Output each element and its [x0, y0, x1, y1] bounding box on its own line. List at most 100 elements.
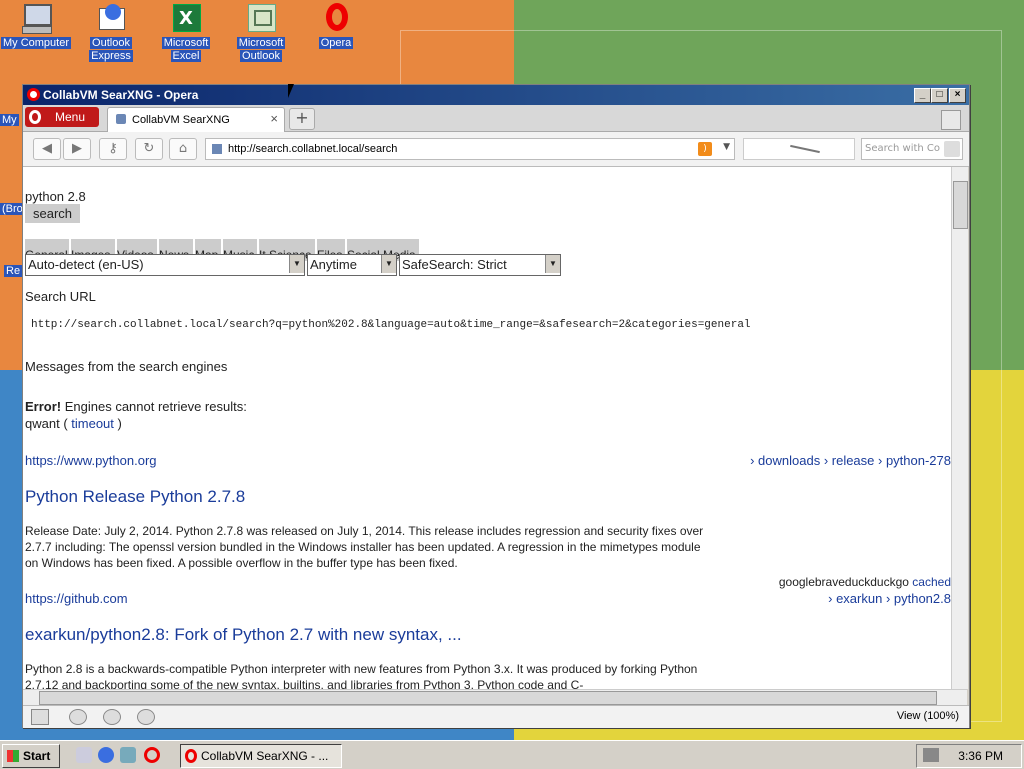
internet-explorer-icon[interactable]: [98, 747, 114, 763]
chevron-down-icon: ▼: [545, 255, 560, 273]
result-url[interactable]: https://www.python.org: [25, 453, 157, 468]
result-title[interactable]: Python Release Python 2.7.8: [25, 487, 245, 507]
computer-icon: [20, 2, 52, 34]
safesearch-value: SafeSearch: Strict: [402, 257, 507, 272]
page-favicon-icon: [116, 114, 126, 124]
result-breadcrumb[interactable]: › exarkun › python2.8: [828, 591, 951, 606]
menu-label: Menu: [55, 110, 86, 124]
page-content: python 2.8 search General Images Videos …: [23, 167, 951, 689]
result-url[interactable]: https://github.com: [25, 591, 128, 606]
messages-heading: Messages from the search engines: [25, 359, 228, 374]
engine-paren-close: ): [113, 416, 122, 431]
navigation-bar: ◀ ▶ ⚷ ↻ ⌂ http://search.collabnet.local/…: [23, 132, 969, 167]
timeout-link[interactable]: timeout: [71, 416, 114, 431]
desktop-icon-label: Microsoft: [236, 37, 286, 49]
address-url: http://search.collabnet.local/search: [228, 143, 398, 155]
desktop-icon-outlook-express[interactable]: Outlook Express: [75, 2, 147, 62]
desktop-icon-label: Outlook: [90, 37, 132, 49]
outlook-express-icon[interactable]: [120, 747, 136, 763]
error-text: Engines cannot retrieve results:: [61, 399, 247, 414]
address-bar[interactable]: http://search.collabnet.local/search ) ▼: [205, 138, 735, 160]
new-tab-button[interactable]: +: [289, 108, 315, 130]
horizontal-scrollbar[interactable]: [23, 689, 967, 706]
forward-icon[interactable]: ▶: [63, 138, 91, 160]
minimize-button[interactable]: _: [914, 88, 931, 103]
search-url-text[interactable]: http://search.collabnet.local/search?q=p…: [31, 319, 751, 331]
desktop-icon-excel[interactable]: X Microsoft Excel: [150, 2, 222, 62]
trash-icon[interactable]: [941, 110, 961, 130]
unite-icon[interactable]: [103, 709, 121, 725]
opera-icon: [320, 2, 352, 34]
tab-close-icon[interactable]: ×: [270, 111, 278, 126]
result-engines: googlebraveduckduckgo cached: [779, 575, 951, 589]
query-field[interactable]: python 2.8: [25, 189, 86, 204]
opera-logo-icon: [29, 110, 41, 124]
zoom-level[interactable]: View (100%): [897, 710, 959, 722]
search-button[interactable]: search: [25, 204, 81, 223]
desktop-partial-label: (Bro: [0, 203, 25, 215]
result-title[interactable]: exarkun/python2.8: Fork of Python 2.7 wi…: [25, 625, 462, 645]
outlook-express-icon: [95, 2, 127, 34]
desktop-icon-label-2: Express: [89, 50, 133, 62]
window-titlebar[interactable]: CollabVM SearXNG - Opera _ □ ×: [23, 85, 969, 105]
time-range-select[interactable]: Anytime ▼: [307, 254, 397, 276]
turbo-icon[interactable]: [137, 709, 155, 725]
page-favicon-icon: [212, 144, 222, 154]
safesearch-select[interactable]: SafeSearch: Strict ▼: [399, 254, 561, 276]
desktop-icon-opera[interactable]: Opera: [300, 2, 372, 49]
result-breadcrumb[interactable]: › downloads › release › python-278: [750, 453, 951, 468]
desktop-icon-label-2: Excel: [170, 50, 202, 62]
search-url-heading: Search URL: [25, 289, 96, 304]
maximize-button[interactable]: □: [931, 88, 948, 103]
search-placeholder: Search with Co: [865, 143, 941, 154]
tab-bar: Menu CollabVM SearXNG × +: [23, 105, 969, 132]
language-select-value: Auto-detect (en-US): [28, 257, 144, 272]
search-icon[interactable]: [944, 141, 960, 157]
panel-toggle-icon[interactable]: [31, 709, 49, 725]
start-button[interactable]: Start: [2, 744, 60, 768]
result-description: Python 2.8 is a backwards-compatible Pyt…: [25, 662, 698, 689]
window-title: CollabVM SearXNG - Opera: [43, 88, 199, 102]
taskbar: Start CollabVM SearXNG - ... 3:36 PM: [0, 740, 1024, 769]
opera-menu-button[interactable]: Menu: [25, 107, 99, 127]
tab-collabvm-searxng[interactable]: CollabVM SearXNG ×: [107, 107, 285, 132]
opera-logo-icon: [27, 88, 40, 101]
vertical-scrollbar[interactable]: [951, 167, 968, 689]
rss-icon[interactable]: ): [698, 142, 712, 156]
scrollbar-thumb[interactable]: [39, 691, 937, 705]
time-range-value: Anytime: [310, 257, 357, 272]
search-input[interactable]: Search with Co: [861, 138, 963, 160]
reload-icon[interactable]: ↻: [135, 138, 163, 160]
desktop-icon-outlook[interactable]: Microsoft Outlook: [225, 2, 297, 62]
home-icon[interactable]: ⌂: [169, 138, 197, 160]
desktop-icon-label: Microsoft: [161, 37, 211, 49]
error-message: Error! Engines cannot retrieve results:: [25, 399, 247, 414]
language-select[interactable]: Auto-detect (en-US) ▼: [25, 254, 305, 276]
error-label: Error!: [25, 399, 62, 414]
desktop-icon-label-2: Outlook: [240, 50, 282, 62]
desktop-icon-my-computer[interactable]: My Computer: [0, 2, 72, 49]
result-description: Release Date: July 2, 2014. Python 2.7.8…: [25, 524, 704, 570]
desktop-partial-label: Re: [4, 265, 23, 277]
cached-link[interactable]: cached: [912, 575, 951, 589]
taskbar-item-opera[interactable]: CollabVM SearXNG - ...: [180, 744, 342, 768]
system-tray: 3:36 PM: [916, 744, 1022, 768]
engines-list: googlebraveduckduckgo: [778, 575, 909, 589]
show-desktop-icon[interactable]: [76, 747, 92, 763]
desktop-partial-label: My: [0, 114, 19, 126]
network-icon[interactable]: [923, 748, 939, 762]
clock[interactable]: 3:36 PM: [958, 749, 1003, 763]
close-button[interactable]: ×: [949, 88, 966, 103]
status-bar: View (100%): [23, 705, 969, 728]
chevron-down-icon: ▼: [289, 255, 304, 273]
back-icon[interactable]: ◀: [33, 138, 61, 160]
sync-icon[interactable]: [69, 709, 87, 725]
chevron-down-icon[interactable]: ▼: [723, 142, 730, 152]
opera-icon[interactable]: [144, 747, 160, 763]
desktop-icon-label: Opera: [318, 37, 354, 49]
desktop-icon-label: My Computer: [0, 37, 72, 49]
key-icon[interactable]: ⚷: [99, 138, 127, 160]
preview-line: [790, 144, 820, 154]
speed-dial-preview[interactable]: [743, 138, 855, 160]
scrollbar-thumb[interactable]: [953, 181, 968, 229]
